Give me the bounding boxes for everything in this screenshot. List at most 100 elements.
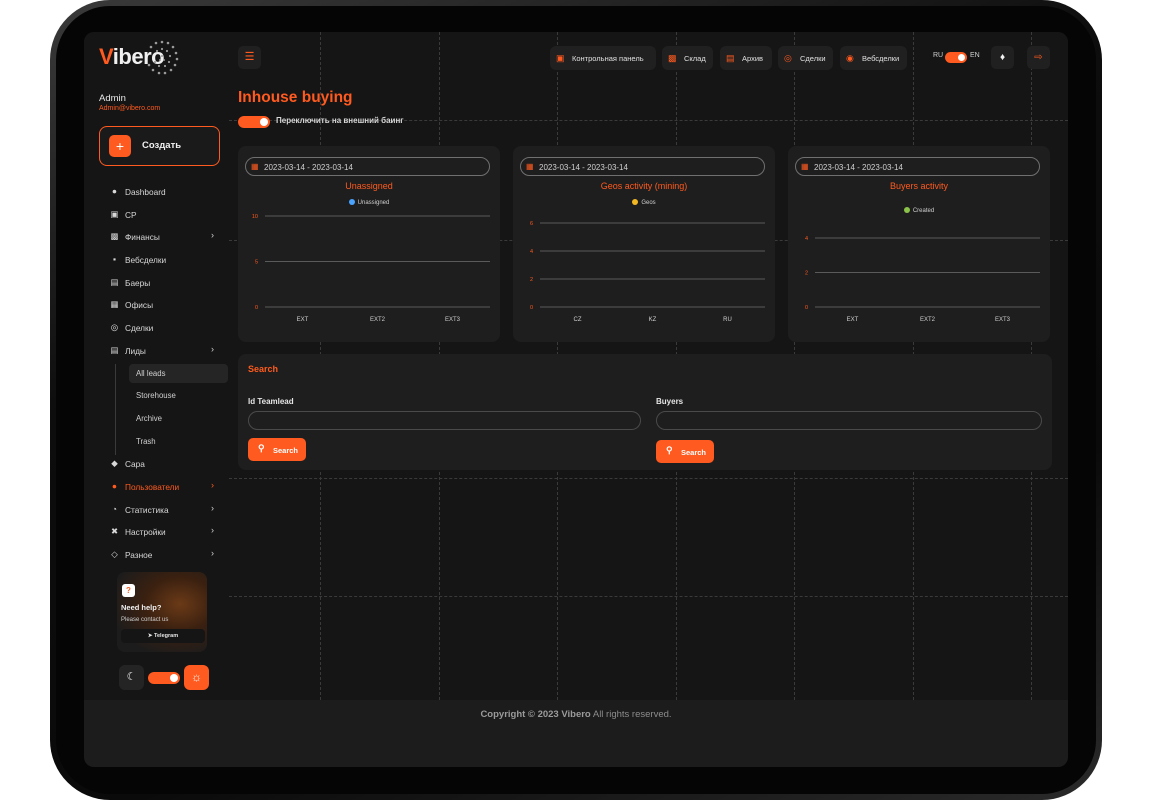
warehouse-icon: ▩ (668, 53, 677, 63)
teamlead-input[interactable] (248, 411, 641, 430)
sidebar-item-label: Сделки (125, 323, 154, 334)
logout-button[interactable]: ⇨ (1027, 46, 1050, 69)
sidebar-item-label: Лиды (125, 345, 146, 356)
sub-nav-line (115, 364, 116, 455)
dark-mode-button[interactable]: ☾ (119, 665, 144, 690)
websdelki-icon: ▪ (112, 254, 116, 265)
y-tick-label: 2 (805, 271, 808, 277)
notifications-button[interactable]: ♦ (991, 46, 1014, 69)
stats-icon: ◔ (111, 503, 118, 514)
create-button[interactable]: + Создать (99, 126, 220, 166)
help-subtitle: Please contact us (121, 617, 169, 623)
user-email[interactable]: Admin@vibero.com (99, 105, 160, 112)
topbar-control-panel-button[interactable]: ▣ Контрольная панель (550, 46, 656, 70)
sidebar-item-label: Финансы (125, 232, 160, 243)
lang-en-label[interactable]: EN (970, 52, 980, 59)
x-tick-label: EXT3 (445, 317, 461, 323)
buyers-search-button[interactable]: ⚲ Search (656, 440, 714, 463)
sidebar-item-deals[interactable]: ◎ Сделки (84, 316, 229, 339)
x-tick-label: EXT3 (995, 317, 1011, 323)
menu-toggle-button[interactable]: ☰ (238, 46, 261, 69)
help-title: Need help? (121, 603, 162, 612)
globe-icon: ◉ (846, 53, 854, 63)
teamlead-label: Id Teamlead (248, 397, 294, 406)
toggle-knob (958, 54, 965, 61)
x-tick-label: CZ (574, 317, 582, 323)
teamlead-search-button[interactable]: ⚲ Search (248, 438, 306, 461)
logo-dots-icon (147, 40, 179, 75)
toggle-knob (260, 118, 268, 126)
x-tick-label: EXT (297, 317, 309, 323)
sidebar-item-label: CP (125, 209, 137, 220)
search-icon: ⚲ (666, 445, 673, 455)
sub-item-label: All leads (136, 368, 166, 378)
sub-item-storehouse[interactable]: Storehouse (84, 384, 229, 407)
sidebar: Vibero Admin Admin@vibero.com + Создать … (84, 32, 229, 700)
telegram-button-label: Telegram (154, 633, 179, 639)
hamburger-icon: ☰ (244, 51, 255, 63)
search-icon: ⚲ (258, 443, 265, 453)
bell-icon: ♦ (999, 52, 1006, 63)
x-tick-label: EXT2 (920, 317, 936, 323)
buyers-input[interactable] (656, 411, 1042, 430)
topbar-button-label: Вебсделки (862, 54, 900, 63)
external-buying-toggle[interactable] (238, 116, 270, 128)
question-icon: ? (122, 584, 135, 597)
sidebar-item-cp[interactable]: ▣ CP (84, 203, 229, 226)
x-tick-label: EXT (847, 317, 859, 323)
page-title: Inhouse buying (238, 89, 353, 106)
lang-ru-label[interactable]: RU (933, 52, 943, 59)
chevron-right-icon: › (211, 479, 214, 490)
light-mode-button[interactable]: ☼ (184, 665, 209, 690)
sidebar-item-stats[interactable]: ◔ Статистика › (84, 498, 229, 521)
chart-plot: 0 2 4 6 CZ KZ RU (530, 221, 765, 323)
topbar-websdelki-button[interactable]: ◉ Вебсделки (840, 46, 907, 70)
sub-item-all-leads[interactable]: All leads (84, 362, 229, 385)
theme-toggle[interactable] (148, 672, 180, 684)
sidebar-item-capa[interactable]: ◆ Capa (84, 452, 229, 475)
buyers-icon: ▤ (110, 276, 119, 287)
topbar-warehouse-button[interactable]: ▩ Склад (662, 46, 713, 70)
sidebar-item-dashboard[interactable]: ● Dashboard (84, 180, 229, 203)
chart-card-unassigned: ▦ 2023-03-14 - 2023-03-14 Unassigned Unas… (238, 146, 500, 342)
telegram-button[interactable]: ➤ Telegram (121, 629, 205, 643)
main-content: ☰ ▣ Контрольная панель ▩ Склад ▤ Архив ◎ Сде… (229, 32, 1068, 700)
sidebar-item-users[interactable]: ● Пользователи › (84, 475, 229, 498)
logout-icon: ⇨ (1034, 52, 1043, 63)
user-name: Admin (99, 93, 126, 104)
sidebar-item-finance[interactable]: ▩ Финансы › (84, 225, 229, 248)
office-icon: ▦ (110, 299, 119, 310)
sidebar-item-label: Capa (125, 459, 145, 470)
sidebar-item-leads[interactable]: ▤ Лиды › (84, 339, 229, 362)
search-panel: Search Id Teamlead ⚲ Search Buyers ⚲ Searc… (238, 354, 1052, 470)
copyright-text: Copyright © 2023 Vibero (480, 709, 591, 720)
plus-icon: + (109, 135, 131, 157)
grid-line (229, 596, 1068, 597)
sidebar-item-misc[interactable]: ◇ Разное › (84, 543, 229, 566)
x-tick-label: RU (723, 317, 732, 323)
sidebar-item-websdelki[interactable]: ▪ Вебсделки (84, 248, 229, 271)
help-card: ? Need help? Please contact us ➤ Telegra… (117, 572, 207, 652)
sidebar-item-label: Баеры (125, 277, 151, 288)
sidebar-item-settings[interactable]: ✖ Настройки › (84, 520, 229, 543)
y-tick-label: 4 (805, 236, 808, 242)
x-tick-label: EXT2 (370, 317, 386, 323)
topbar-archive-button[interactable]: ▤ Архив (720, 46, 772, 70)
topbar-deals-button[interactable]: ◎ Сделки (778, 46, 833, 70)
x-tick-label: KZ (649, 317, 657, 323)
y-tick-label: 10 (252, 214, 258, 220)
chevron-down-icon: › (211, 343, 214, 354)
cp-icon: ▣ (110, 208, 119, 219)
chart-card-buyers: ▦ 2023-03-14 - 2023-03-14 Buyers activity… (788, 146, 1050, 342)
y-tick-label: 0 (530, 305, 533, 311)
sub-item-trash[interactable]: Trash (84, 430, 229, 453)
sub-item-label: Storehouse (136, 391, 176, 401)
copyright-rest: All rights reserved. (590, 709, 672, 720)
sidebar-item-offices[interactable]: ▦ Офисы (84, 293, 229, 316)
chart-plot: 0 5 10 EXT EXT2 EXT3 (252, 214, 490, 323)
language-toggle[interactable] (945, 52, 967, 63)
sub-item-archive[interactable]: Archive (84, 407, 229, 430)
chart-plot: 0 2 4 EXT EXT2 EXT3 (805, 236, 1040, 323)
chevron-right-icon: › (211, 525, 214, 536)
sidebar-item-buyers[interactable]: ▤ Баеры (84, 271, 229, 294)
